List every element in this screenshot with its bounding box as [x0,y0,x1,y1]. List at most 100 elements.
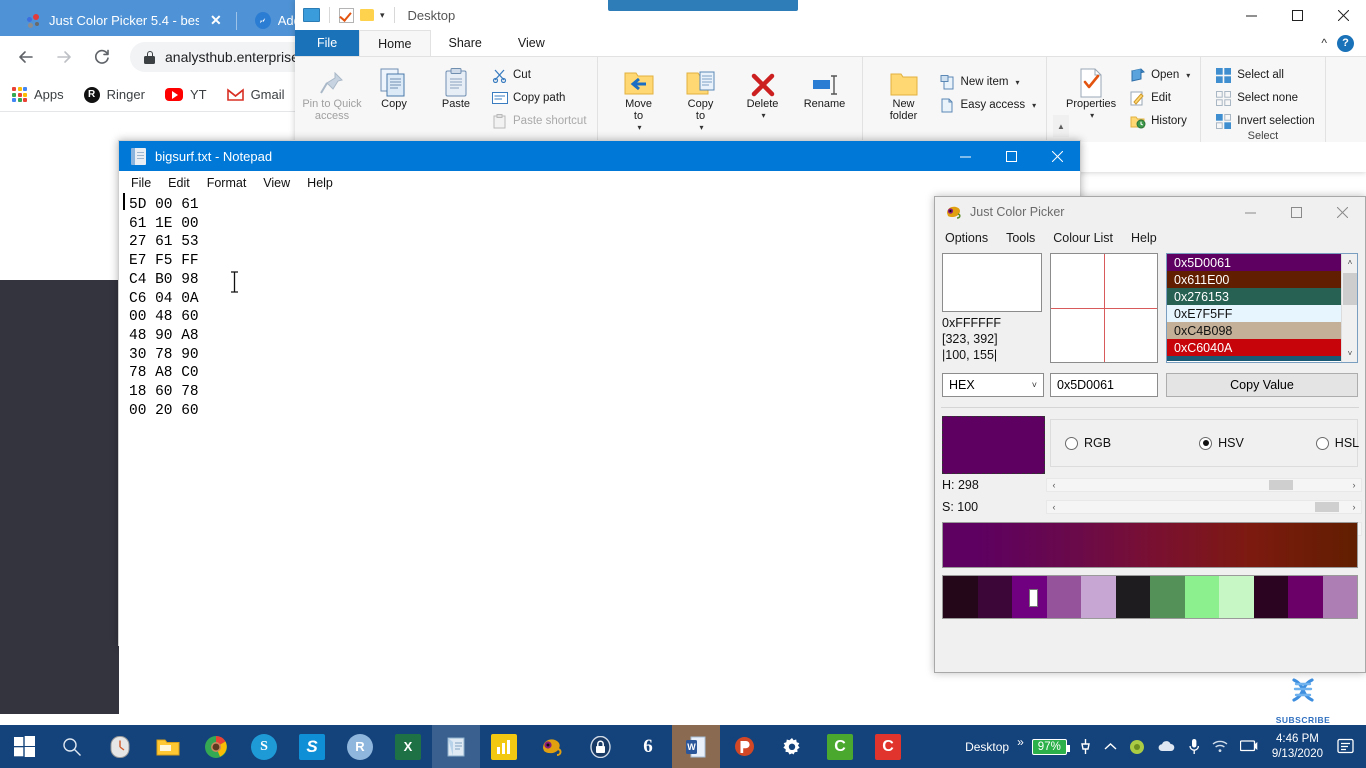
slider-thumb[interactable] [1269,480,1293,490]
explorer-title-bar[interactable]: ▾ Desktop [295,0,1366,30]
colour-list-item[interactable]: 0xE7F5FF [1167,305,1343,322]
new-item-button[interactable]: New item ▾ [935,72,1041,92]
scroll-down-icon[interactable]: ˅ [1342,345,1357,362]
menu-edit[interactable]: Edit [168,176,190,190]
radio-hsv[interactable]: HSV [1199,436,1244,450]
slider-left-arrow-icon[interactable]: ‹ [1047,501,1061,513]
properties-check-icon[interactable] [339,7,354,23]
onedrive-icon[interactable] [1151,725,1182,768]
notepad-title-bar[interactable]: bigsurf.txt - Notepad [119,141,1080,171]
toolbar-overflow-icon[interactable]: » [1015,725,1026,768]
maximize-button[interactable] [1274,0,1320,30]
slider-right-arrow-icon[interactable]: › [1347,501,1361,513]
jcp-title-bar[interactable]: Just Color Picker [935,197,1365,227]
colour-list[interactable]: 0x5D0061 0x611E00 0x276153 0xE7F5FF 0xC4… [1166,253,1358,363]
forward-button[interactable] [48,41,80,73]
pin-to-quick-access-button[interactable]: Pin to Quick access [301,60,363,143]
palette-swatch[interactable] [1012,576,1047,618]
taskbar-file-explorer[interactable] [144,725,192,768]
chevron-down-icon[interactable]: ▾ [1186,71,1190,80]
menu-tools[interactable]: Tools [1006,231,1035,245]
taskbar-search-button[interactable] [48,725,96,768]
color-gradient-strip[interactable] [942,522,1358,568]
format-select[interactable]: HEX ˅ [942,373,1044,397]
tray-app-icon[interactable] [1123,725,1151,768]
action-center-icon[interactable] [1331,725,1360,768]
invert-selection-button[interactable]: Invert selection [1211,111,1318,131]
palette-swatch[interactable] [943,576,978,618]
taskbar-keepass[interactable] [576,725,624,768]
minimize-button[interactable] [1228,0,1274,30]
tab-close-icon[interactable]: ✕ [210,12,222,29]
copy-path-button[interactable]: Copy path [487,88,591,108]
colour-list-item[interactable] [1167,356,1343,361]
scrollbar-thumb[interactable] [1343,273,1357,305]
tab-file[interactable]: File [295,30,360,56]
new-folder-button[interactable]: New folder [873,60,935,143]
color-value-input[interactable]: 0x5D0061 [1050,373,1158,397]
palette-swatch[interactable] [1150,576,1185,618]
chevron-up-icon[interactable]: ^ [1321,36,1327,50]
taskbar-word[interactable]: W [672,725,720,768]
bookmark-apps[interactable]: Apps [12,87,64,102]
start-button[interactable] [0,725,48,768]
display-icon[interactable] [1234,725,1264,768]
battery-indicator[interactable]: 97% [1026,725,1073,768]
taskbar-powerpoint[interactable] [720,725,768,768]
scroll-up-icon[interactable]: ˄ [1342,254,1357,271]
close-button[interactable] [1320,0,1366,30]
close-button[interactable] [1034,141,1080,171]
slider-left-arrow-icon[interactable]: ‹ [1047,479,1061,491]
copy-value-button[interactable]: Copy Value [1166,373,1358,397]
taskbar-notepad[interactable] [432,725,480,768]
plug-icon[interactable] [1073,725,1098,768]
slider-thumb[interactable] [1315,502,1339,512]
chevron-down-icon[interactable]: ▾ [1015,78,1019,87]
explorer-scroll-up-button[interactable]: ▲ [1053,115,1069,137]
select-all-button[interactable]: Select all [1211,65,1318,85]
palette-swatch[interactable] [1219,576,1254,618]
back-button[interactable] [10,41,42,73]
new-folder-icon[interactable] [360,9,374,21]
selected-color-swatch[interactable] [942,416,1045,474]
chevron-up-icon[interactable] [1098,725,1123,768]
menu-colour-list[interactable]: Colour List [1053,231,1113,245]
easy-access-button[interactable]: Easy access ▾ [935,95,1041,115]
reload-button[interactable] [86,41,118,73]
paste-shortcut-button[interactable]: Paste shortcut [487,111,591,131]
select-none-button[interactable]: Select none [1211,88,1318,108]
taskbar-rstudio[interactable]: R [336,725,384,768]
edit-button[interactable]: Edit [1125,88,1194,108]
colour-list-item[interactable]: 0x276153 [1167,288,1343,305]
move-to-button[interactable]: Move to ▾ [608,60,670,143]
minimize-button[interactable] [1227,197,1273,227]
radio-rgb[interactable]: RGB [1065,436,1111,450]
taskbar-powerbi[interactable] [480,725,528,768]
taskbar-app-g[interactable]: 6 [624,725,672,768]
chevron-down-icon[interactable]: ▾ [638,122,642,134]
taskbar-skype[interactable]: S [240,725,288,768]
history-button[interactable]: History [1125,111,1194,131]
palette-swatch[interactable] [1184,576,1219,618]
channel-slider-h[interactable]: ‹ › [1046,478,1362,492]
palette-swatch[interactable] [1253,576,1288,618]
chevron-down-icon[interactable]: ▾ [700,122,704,134]
palette-swatch[interactable] [1322,576,1357,618]
slider-right-arrow-icon[interactable]: › [1347,479,1361,491]
menu-help[interactable]: Help [1131,231,1157,245]
menu-options[interactable]: Options [945,231,988,245]
open-button[interactable]: Open ▾ [1125,65,1194,85]
delete-button[interactable]: Delete ▾ [732,60,794,143]
help-icon[interactable]: ? [1337,34,1354,52]
palette-swatch[interactable] [1115,576,1150,618]
colour-list-item[interactable]: 0xC4B098 [1167,322,1343,339]
taskbar-camtasia-green[interactable]: C [816,725,864,768]
copy-to-button[interactable]: Copy to ▾ [670,60,732,143]
wifi-icon[interactable] [1206,725,1234,768]
radio-hsl[interactable]: HSL [1315,436,1359,450]
copy-button[interactable]: Copy [363,60,425,143]
tab-home[interactable]: Home [359,30,431,56]
colour-list-scrollbar[interactable]: ˄ ˅ [1341,254,1357,362]
menu-file[interactable]: File [131,176,151,190]
rename-button[interactable]: Rename [794,60,856,143]
